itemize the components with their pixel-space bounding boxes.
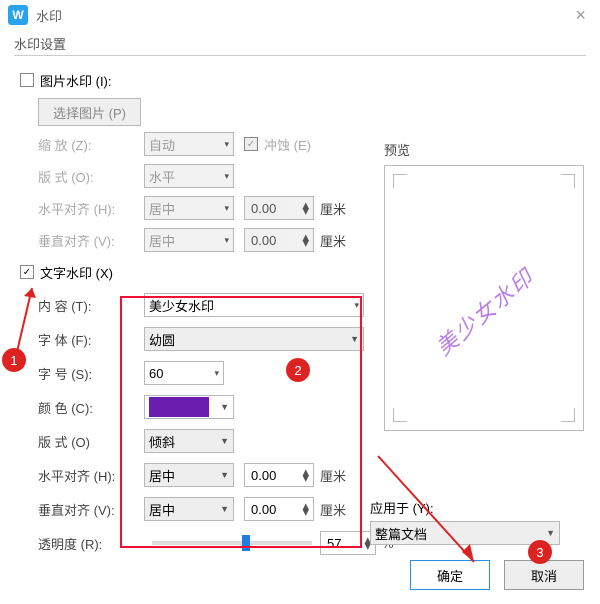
color-label: 颜 色 (C): — [38, 398, 144, 417]
text-valign-combo[interactable]: 居中▼ — [144, 497, 234, 521]
crop-mark-icon — [561, 408, 575, 422]
picture-valign-combo[interactable]: 居中▾ — [144, 228, 234, 252]
content-label: 内 容 (T): — [38, 296, 144, 315]
text-valign-unit: 厘米 — [320, 500, 346, 519]
opacity-slider[interactable] — [152, 541, 312, 545]
apply-combo[interactable]: 整篇文档▼ — [370, 521, 560, 545]
content-combo[interactable]: 美少女水印▾ — [144, 293, 364, 317]
text-halign-combo[interactable]: 居中▼ — [144, 463, 234, 487]
preview-panel: 预览 美少女水印 — [384, 140, 584, 431]
picture-halign-unit: 厘米 — [320, 199, 346, 218]
ok-button[interactable]: 确定 — [410, 560, 490, 590]
text-valign-label: 垂直对齐 (V): — [38, 500, 144, 519]
chevron-down-icon: ▾ — [354, 300, 359, 311]
app-logo: W — [8, 5, 28, 25]
picture-halign-label: 水平对齐 (H): — [38, 199, 144, 218]
crop-mark-icon — [561, 174, 575, 188]
preview-watermark-text: 美少女水印 — [428, 260, 541, 362]
picture-valign-spin[interactable]: ▴▾ — [244, 228, 314, 252]
close-button[interactable]: × — [569, 5, 592, 26]
group-divider — [14, 55, 586, 56]
color-swatch — [149, 397, 209, 417]
font-combo[interactable]: 幼圆▼ — [144, 327, 364, 351]
opacity-spin[interactable]: ▴▾ — [320, 531, 376, 555]
text-watermark-checkbox[interactable]: ✓ — [20, 265, 34, 279]
size-label: 字 号 (S): — [38, 364, 144, 383]
picture-watermark-checkbox[interactable] — [20, 73, 34, 87]
text-layout-combo[interactable]: 倾斜▼ — [144, 429, 234, 453]
text-layout-label: 版 式 (O) — [38, 432, 144, 451]
picture-halign-spin[interactable]: ▴▾ — [244, 196, 314, 220]
titlebar: W 水印 × — [0, 0, 600, 30]
size-combo[interactable]: 60▾ — [144, 361, 224, 385]
slider-thumb[interactable] — [242, 535, 250, 551]
picture-valign-label: 垂直对齐 (V): — [38, 231, 144, 250]
picture-halign-combo[interactable]: 居中▾ — [144, 196, 234, 220]
text-halign-spin[interactable]: ▴▾ — [244, 463, 314, 487]
window-title: 水印 — [36, 6, 569, 25]
crop-mark-icon — [393, 174, 407, 188]
picture-watermark-label: 图片水印 (I): — [40, 71, 112, 90]
chevron-down-icon: ▾ — [224, 171, 229, 182]
choose-picture-button[interactable]: 选择图片 (P) — [38, 98, 141, 126]
text-valign-spin[interactable]: ▴▾ — [244, 497, 314, 521]
erode-checkbox[interactable]: ✓ — [244, 137, 258, 151]
zoom-combo[interactable]: 自动▾ — [144, 132, 234, 156]
picture-valign-unit: 厘米 — [320, 231, 346, 250]
apply-label: 应用于 (Y): — [370, 498, 580, 517]
picture-watermark-row: 图片水印 (I): — [20, 64, 586, 96]
text-watermark-label: 文字水印 (X) — [40, 263, 113, 282]
text-halign-label: 水平对齐 (H): — [38, 466, 144, 485]
watermark-settings-label: 水印设置 — [14, 34, 586, 53]
crop-mark-icon — [393, 408, 407, 422]
footer: 确定 取消 — [410, 560, 584, 590]
preview-label: 预览 — [384, 140, 584, 159]
text-halign-unit: 厘米 — [320, 466, 346, 485]
font-label: 字 体 (F): — [38, 330, 144, 349]
picture-layout-label: 版 式 (O): — [38, 167, 144, 186]
zoom-label: 缩 放 (Z): — [38, 135, 144, 154]
apply-row: 应用于 (Y): 整篇文档▼ — [370, 498, 580, 545]
preview-box: 美少女水印 — [384, 165, 584, 431]
opacity-label: 透明度 (R): — [38, 534, 144, 553]
erode-label: 冲蚀 (E) — [264, 135, 311, 154]
cancel-button[interactable]: 取消 — [504, 560, 584, 590]
picture-layout-combo[interactable]: 水平▾ — [144, 164, 234, 188]
chevron-down-icon: ▾ — [224, 139, 229, 150]
color-combo[interactable]: ▼ — [144, 395, 234, 419]
